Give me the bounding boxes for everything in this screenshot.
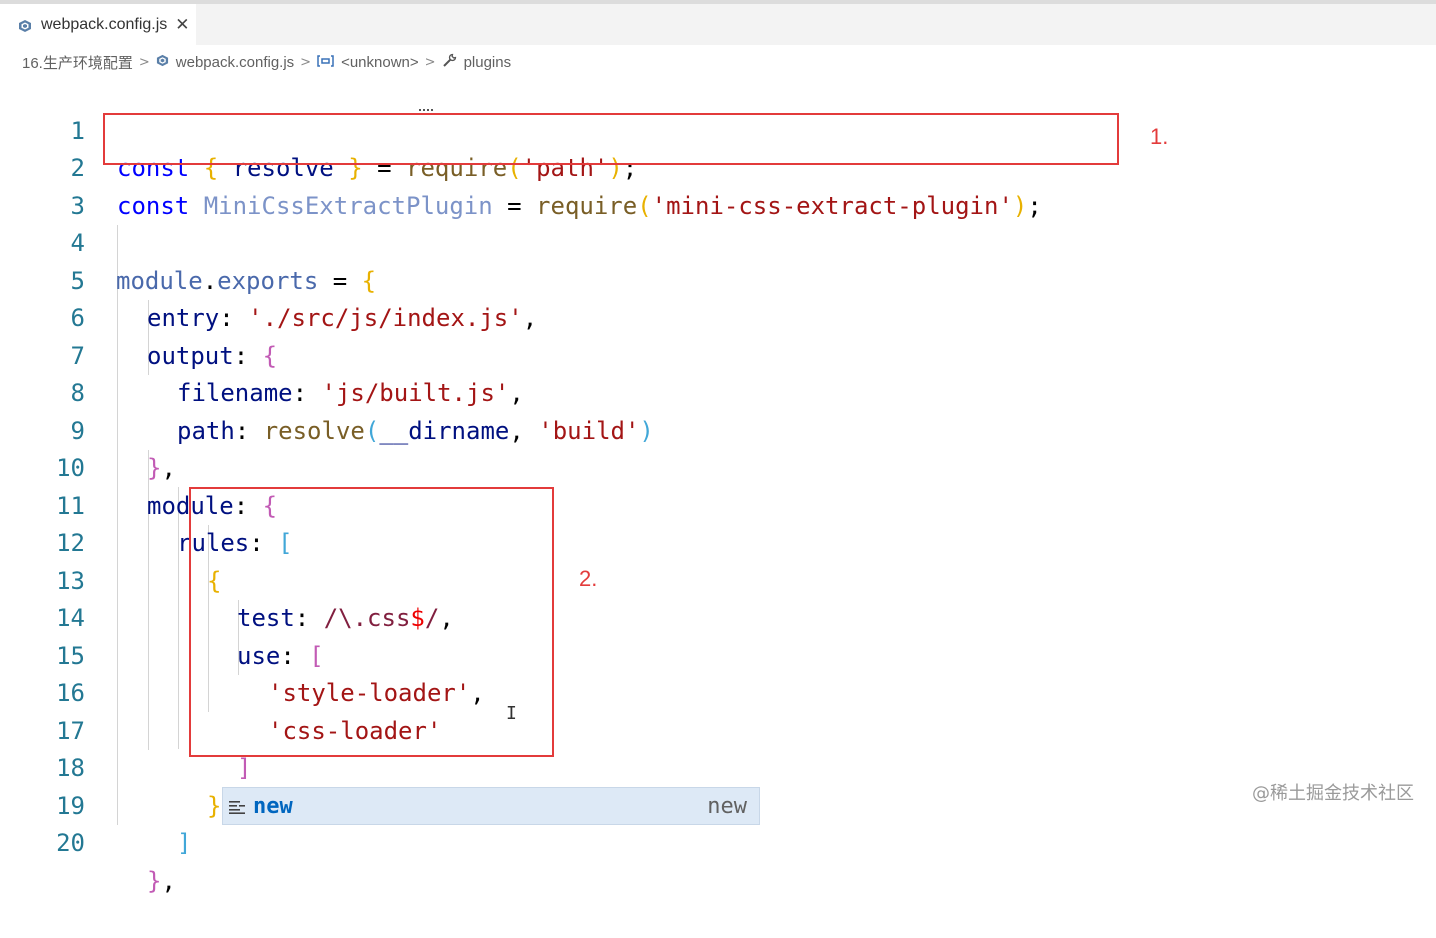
annotation-box-1 — [103, 113, 1119, 165]
code-line-7: 7 filename: 'js/built.js', — [0, 300, 1436, 408]
breadcrumb-folder[interactable]: 16.生产环境配置 — [22, 52, 133, 73]
annotation-box-2 — [189, 487, 554, 757]
chevron-right-icon: > — [300, 54, 312, 70]
code-line-4: 4 module.exports = { — [0, 188, 1436, 295]
bracket: ] — [177, 829, 192, 857]
variable-icon — [317, 54, 334, 71]
close-icon[interactable]: ✕ — [175, 15, 189, 35]
breadcrumb-file[interactable]: webpack.config.js — [176, 54, 294, 71]
watermark: @稀土掘金技术社区 — [1252, 783, 1414, 804]
brace: } — [147, 866, 162, 895]
code-line-11: 11 rules: [ — [0, 450, 1436, 558]
tab-bar: webpack.config.js ✕ — [0, 0, 1436, 45]
comma: , — [161, 866, 176, 895]
code-line-6: 6 output: { — [0, 263, 1436, 370]
snippet-icon — [229, 799, 245, 814]
annotation-label-1: 1. — [1150, 124, 1169, 149]
warning-squiggle — [419, 106, 433, 111]
chevron-right-icon: > — [424, 54, 436, 70]
breadcrumb-symbol-plugins[interactable]: plugins — [464, 54, 512, 71]
code-line-8: 8 path: resolve(__dirname, 'build') — [0, 338, 1436, 445]
text-cursor-icon: I — [506, 703, 517, 724]
settings-file-icon — [18, 18, 32, 32]
tab-webpack-config[interactable]: webpack.config.js ✕ — [0, 4, 196, 45]
settings-file-icon — [156, 54, 169, 71]
code-line-1: 1 const { resolve } = require('path'); — [0, 75, 1436, 183]
line-number: 20 — [56, 829, 85, 857]
breadcrumb: 16.生产环境配置 > webpack.config.js > <unknown… — [22, 49, 511, 75]
code-line-10: 10 module: { — [0, 413, 1436, 520]
suggestion-label: new — [253, 793, 293, 819]
code-line-9: 9 }, — [0, 375, 1436, 483]
wrench-icon — [442, 53, 457, 72]
suggestion-detail: new — [707, 793, 747, 819]
breadcrumb-symbol-unknown[interactable]: <unknown> — [341, 54, 419, 71]
tab-label: webpack.config.js — [41, 15, 168, 33]
chevron-right-icon: > — [138, 54, 150, 70]
code-line-5: 5 entry: './src/js/index.js', — [0, 225, 1436, 333]
suggestion-item[interactable]: new new — [222, 787, 760, 825]
annotation-label-2: 2. — [579, 566, 598, 591]
